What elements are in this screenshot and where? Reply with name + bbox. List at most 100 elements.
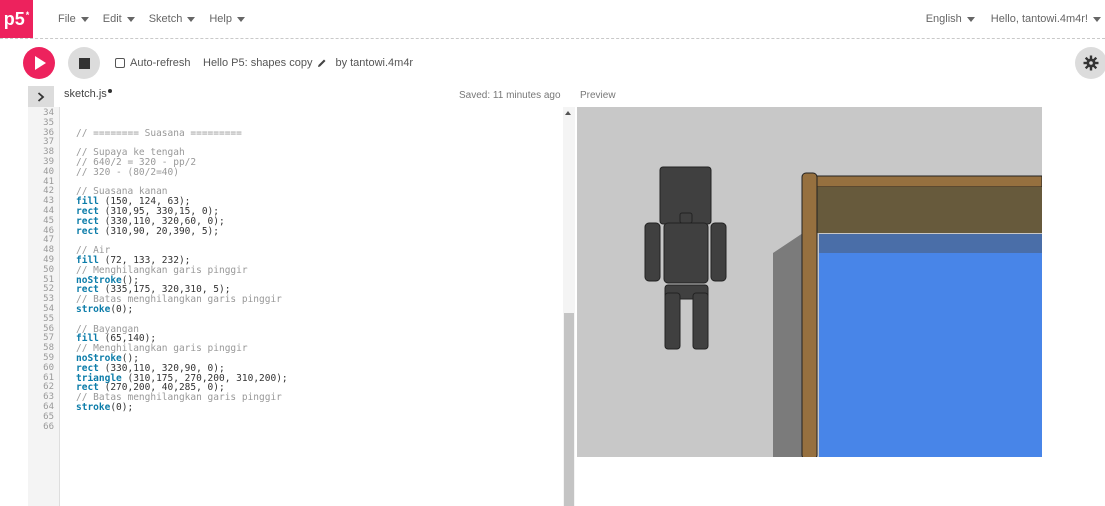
shadow-triangle bbox=[773, 233, 803, 253]
line-number: 41 bbox=[43, 176, 54, 187]
code-line[interactable]: // 320 - (80/2=40) bbox=[76, 167, 179, 178]
gear-icon bbox=[1083, 55, 1099, 71]
preview-label: Preview bbox=[580, 90, 616, 101]
line-number: 35 bbox=[43, 117, 54, 128]
figure-left-arm bbox=[644, 222, 661, 282]
code-text: (0); bbox=[110, 402, 134, 413]
line-number: 53 bbox=[43, 294, 54, 305]
preview-right-margin bbox=[1042, 107, 1105, 506]
file-name: sketch.js bbox=[64, 88, 107, 100]
code-comment: // ======== Suasana ========= bbox=[76, 127, 242, 139]
code-keyword: stroke bbox=[76, 402, 111, 413]
menu-bar: p5 * File Edit Sketch Help English Hello,… bbox=[0, 0, 1105, 39]
line-number: 62 bbox=[43, 382, 54, 393]
line-number: 54 bbox=[43, 304, 54, 314]
line-number: 59 bbox=[43, 353, 54, 363]
line-number: 40 bbox=[43, 166, 54, 177]
stop-icon bbox=[78, 57, 90, 69]
saved-status: Saved: 11 minutes ago bbox=[459, 90, 561, 101]
line-number: 56 bbox=[43, 323, 54, 334]
line-number: 36 bbox=[43, 127, 54, 138]
chevron-down-icon bbox=[126, 16, 135, 22]
scrollbar-thumb[interactable] bbox=[564, 313, 574, 506]
autorefresh-label: Auto-refresh bbox=[130, 57, 191, 69]
chevron-right-icon bbox=[37, 91, 45, 102]
line-number: 44 bbox=[43, 206, 54, 216]
editor-header: sketch.js Saved: 11 minutes ago Preview bbox=[0, 86, 1105, 107]
line-number: 50 bbox=[43, 264, 54, 275]
line-number: 47 bbox=[43, 235, 54, 246]
settings-button[interactable] bbox=[1075, 47, 1105, 79]
figure-left-leg bbox=[664, 292, 681, 350]
menu-help[interactable]: Help bbox=[209, 13, 245, 25]
file-tab[interactable]: sketch.js bbox=[64, 88, 112, 100]
p5-logo[interactable]: p5 * bbox=[0, 0, 33, 38]
menu-edit[interactable]: Edit bbox=[103, 13, 135, 25]
line-number: 43 bbox=[43, 196, 54, 207]
play-button[interactable] bbox=[23, 47, 55, 79]
autorefresh-checkbox[interactable] bbox=[115, 58, 125, 68]
code-line[interactable]: stroke(0); bbox=[76, 304, 133, 315]
code-text: (0); bbox=[110, 304, 134, 315]
line-number: 66 bbox=[43, 421, 54, 432]
play-icon bbox=[35, 56, 46, 70]
line-number: 51 bbox=[43, 274, 54, 285]
code-line[interactable]: // ======== Suasana ========= bbox=[76, 128, 242, 139]
line-number-gutter: 34 35 36 37 38 39 40 41 42 43 44 45 46 47 48 49 50 51 52 53… bbox=[28, 107, 60, 506]
line-number: 38 bbox=[43, 147, 54, 158]
unsaved-dot-icon bbox=[107, 89, 112, 93]
line-number: 37 bbox=[43, 137, 54, 148]
line-number: 57 bbox=[43, 333, 54, 344]
figure-neck bbox=[679, 212, 693, 224]
project-name[interactable]: Hello P5: shapes copy bbox=[203, 57, 312, 69]
chevron-down-icon bbox=[1093, 16, 1101, 22]
line-number: 60 bbox=[43, 362, 54, 373]
code-line[interactable]: stroke(0); bbox=[76, 402, 133, 413]
line-number: 52 bbox=[43, 284, 54, 295]
user-dropdown[interactable]: Hello, tantowi.4m4r! bbox=[991, 13, 1101, 25]
code-keyword: stroke bbox=[76, 304, 111, 315]
line-number: 55 bbox=[43, 313, 54, 324]
line-number: 61 bbox=[43, 372, 54, 383]
sketch-preview-canvas[interactable] bbox=[577, 107, 1042, 457]
canvas-drawing bbox=[644, 166, 1042, 457]
wood-post bbox=[801, 172, 818, 457]
wood-beam bbox=[808, 175, 1042, 188]
line-number: 34 bbox=[43, 108, 54, 118]
figure-right-leg bbox=[692, 292, 709, 350]
figure-right-arm bbox=[710, 222, 727, 282]
shadow-rect bbox=[773, 253, 803, 457]
line-number: 49 bbox=[43, 255, 54, 265]
toolbar: Auto-refresh Hello P5: shapes copy by ta… bbox=[0, 39, 1105, 86]
left-gutter-space bbox=[0, 107, 28, 506]
scroll-up-arrow-icon[interactable] bbox=[565, 111, 571, 115]
chevron-down-icon bbox=[80, 16, 89, 22]
back-wall bbox=[814, 187, 1042, 233]
code-keyword: rect bbox=[76, 225, 99, 237]
water bbox=[819, 234, 1042, 457]
language-selector[interactable]: English bbox=[926, 13, 975, 25]
line-number: 63 bbox=[43, 392, 54, 403]
code-line[interactable]: rect (310,90, 20,390, 5); bbox=[76, 226, 219, 237]
project-title: Hello P5: shapes copy by tantowi.4m4r bbox=[203, 53, 413, 73]
code-text: (310,90, 20,390, 5); bbox=[98, 225, 219, 237]
menu-file[interactable]: File bbox=[58, 13, 89, 25]
water-shadow bbox=[819, 234, 1042, 253]
menu-sketch[interactable]: Sketch bbox=[149, 13, 196, 25]
autorefresh-toggle[interactable]: Auto-refresh bbox=[115, 53, 191, 73]
code-comment: // 320 - (80/2=40) bbox=[76, 166, 179, 178]
line-number: 64 bbox=[43, 402, 54, 412]
line-number: 46 bbox=[43, 225, 54, 236]
editor-scrollbar[interactable] bbox=[563, 107, 575, 506]
project-owner: by tantowi.4m4r bbox=[335, 57, 414, 69]
line-number: 58 bbox=[43, 343, 54, 354]
user-menu: English Hello, tantowi.4m4r! bbox=[926, 0, 1105, 38]
figure bbox=[644, 166, 727, 350]
pencil-icon[interactable] bbox=[317, 58, 327, 68]
code-editor[interactable]: 34 35 36 37 38 39 40 41 42 43 44 45 46 47 48 49 50 51 52 53… bbox=[28, 107, 575, 506]
line-number: 45 bbox=[43, 215, 54, 226]
line-number: 48 bbox=[43, 245, 54, 256]
sidebar-toggle-button[interactable] bbox=[28, 86, 54, 107]
line-number: 42 bbox=[43, 186, 54, 197]
stop-button[interactable] bbox=[68, 47, 100, 79]
